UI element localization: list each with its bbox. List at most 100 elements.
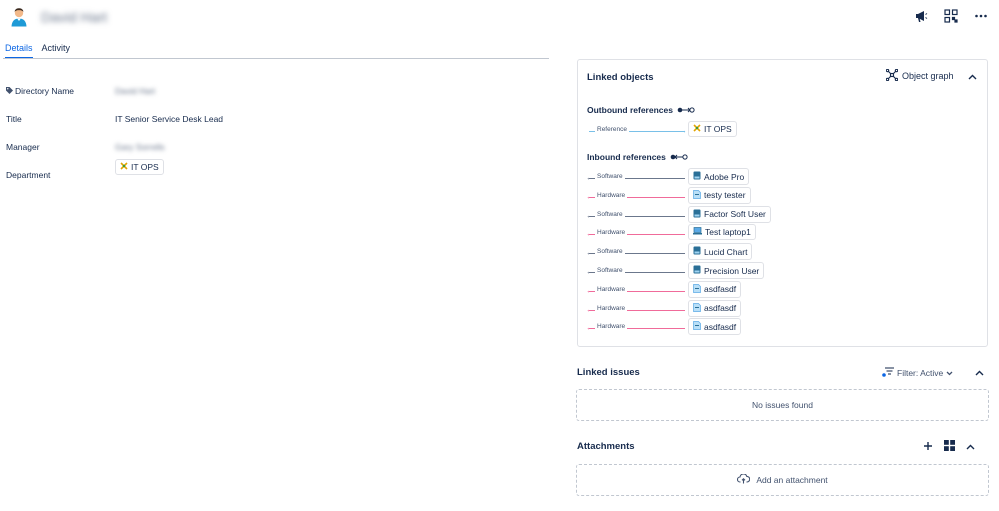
outbound-arrow-icon — [677, 105, 695, 115]
software-icon — [693, 246, 701, 257]
reference-target-chip[interactable]: Factor Soft User — [688, 205, 771, 223]
reference-target-chip[interactable]: Precision User — [688, 262, 765, 279]
linked-issues-title: Linked issues — [577, 367, 640, 378]
plus-icon[interactable] — [923, 441, 933, 453]
reference-relation-label: Hardware — [595, 285, 628, 293]
chevron-up-icon[interactable] — [966, 71, 978, 83]
chevron-up-icon[interactable] — [973, 367, 985, 379]
chevron-up-icon[interactable] — [966, 442, 975, 452]
inbound-reference-row: ← Hardware asdfasdf — [586, 318, 767, 336]
attachments-title: Attachments — [577, 441, 635, 452]
linked-objects-panel: Linked objects Object graph Outbound ref… — [577, 59, 988, 347]
more-icon[interactable] — [973, 8, 989, 24]
inbound-references-title: Inbound references — [587, 152, 688, 162]
reference-target-label: Test laptop1 — [705, 227, 751, 238]
inbound-arrow-icon — [670, 152, 688, 162]
hardware-icon — [693, 302, 701, 314]
filter-button[interactable]: Filter: Active — [882, 367, 953, 379]
department-chip[interactable]: IT OPS — [115, 159, 164, 175]
software-icon — [693, 171, 701, 182]
hardware-icon — [693, 189, 701, 201]
graph-icon — [885, 68, 899, 83]
hardware-icon — [693, 283, 701, 295]
tab-activity[interactable]: Activity — [42, 43, 71, 59]
software-icon — [693, 209, 701, 220]
outbound-references-title: Outbound references — [587, 105, 695, 115]
arrow-right-icon: → — [679, 126, 687, 135]
laptop-icon — [693, 227, 702, 237]
reference-relation-label: Hardware — [595, 323, 628, 331]
reference-target-chip[interactable]: asdfasdf — [688, 299, 742, 317]
field-label: Title — [6, 114, 22, 124]
inbound-reference-row: ← Hardware asdfasdf — [586, 280, 767, 298]
arrow-left-icon: ← — [586, 191, 594, 201]
reference-target-label: Factor Soft User — [704, 209, 766, 220]
reference-target-label: asdfasdf — [704, 284, 737, 295]
tabs-divider — [3, 58, 549, 59]
reference-relation-label: Software — [595, 173, 625, 180]
field-value: IT Senior Service Desk Lead — [115, 114, 224, 124]
reference-target-label: Precision User — [704, 265, 760, 276]
user-name: David Hart — [41, 9, 108, 25]
field-label: Department — [6, 170, 51, 180]
reference-target-chip[interactable]: Lucid Chart — [688, 243, 753, 261]
reference-target-chip[interactable]: Test laptop1 — [688, 224, 756, 241]
inbound-reference-row: ← Software Adobe Pro — [586, 168, 767, 185]
field-value: David Hart — [115, 86, 156, 96]
reference-target-label: testy tester — [704, 190, 746, 201]
grid-view-icon[interactable] — [944, 440, 955, 453]
field-label: Manager — [6, 142, 40, 152]
arrow-left-icon: ← — [586, 210, 594, 220]
reference-relation-label: Reference — [595, 126, 629, 133]
reference-relation-label: Software — [595, 210, 625, 218]
arrow-left-icon: ← — [586, 173, 594, 182]
add-attachment-dropzone[interactable]: Add an attachment — [576, 464, 989, 496]
arrow-left-icon: ← — [586, 323, 594, 333]
inbound-reference-row: ← Hardware Test laptop1 — [586, 224, 767, 241]
cloud-upload-icon — [737, 473, 751, 486]
field-value: IT OPS — [115, 159, 164, 175]
inbound-reference-row: ← Hardware asdfasdf — [586, 299, 767, 317]
tag-icon — [6, 86, 13, 96]
arrow-left-icon: ← — [586, 229, 594, 239]
tab-details[interactable]: Details — [5, 43, 33, 59]
reference-target-label: asdfasdf — [704, 303, 737, 314]
inbound-reference-row: ← Software Precision User — [586, 262, 767, 279]
header-actions — [913, 8, 989, 24]
user-avatar-icon — [9, 7, 29, 27]
reference-relation-label: Hardware — [595, 229, 628, 237]
arrow-left-icon: ← — [586, 267, 594, 276]
reference-target-chip[interactable]: asdfasdf — [688, 280, 742, 298]
arrow-left-icon: ← — [586, 304, 594, 314]
filter-icon — [882, 367, 894, 379]
inbound-reference-row: ← Hardware testy tester — [586, 186, 767, 204]
arrow-left-icon: ← — [586, 248, 594, 258]
field-value: Gary Sorrells — [115, 142, 165, 152]
reference-relation-label: Software — [595, 248, 625, 256]
reference-relation-label: Software — [595, 267, 625, 274]
reference-target-chip[interactable]: asdfasdf — [688, 318, 742, 336]
reference-target-label: asdfasdf — [704, 321, 737, 332]
chevron-down-icon — [946, 368, 953, 378]
reference-target-label: Adobe Pro — [704, 171, 745, 182]
reference-relation-label: Hardware — [595, 304, 628, 312]
arrow-left-icon: ← — [586, 285, 594, 295]
qr-code-icon[interactable] — [943, 8, 959, 24]
department-icon — [693, 124, 701, 134]
reference-target-chip[interactable]: IT OPS — [688, 121, 737, 137]
inbound-reference-row: ← Software Factor Soft User — [586, 205, 771, 223]
hardware-icon — [693, 321, 701, 332]
inbound-reference-row: ← Software Lucid Chart — [586, 243, 767, 261]
object-graph-button[interactable]: Object graph — [885, 68, 954, 83]
reference-target-chip[interactable]: testy tester — [688, 186, 751, 204]
page-header: David Hart — [0, 0, 999, 36]
attachments-actions — [923, 440, 975, 453]
reference-target-label: Lucid Chart — [704, 246, 748, 257]
linked-issues-empty-state: No issues found — [576, 389, 989, 421]
linked-objects-title: Linked objects — [587, 72, 654, 83]
outbound-reference-row: → Reference IT OPS — [587, 121, 767, 138]
tab-bar: Details Activity — [5, 43, 70, 59]
announce-icon[interactable] — [913, 8, 929, 24]
reference-target-chip[interactable]: Adobe Pro — [688, 168, 750, 185]
department-icon — [120, 162, 128, 172]
